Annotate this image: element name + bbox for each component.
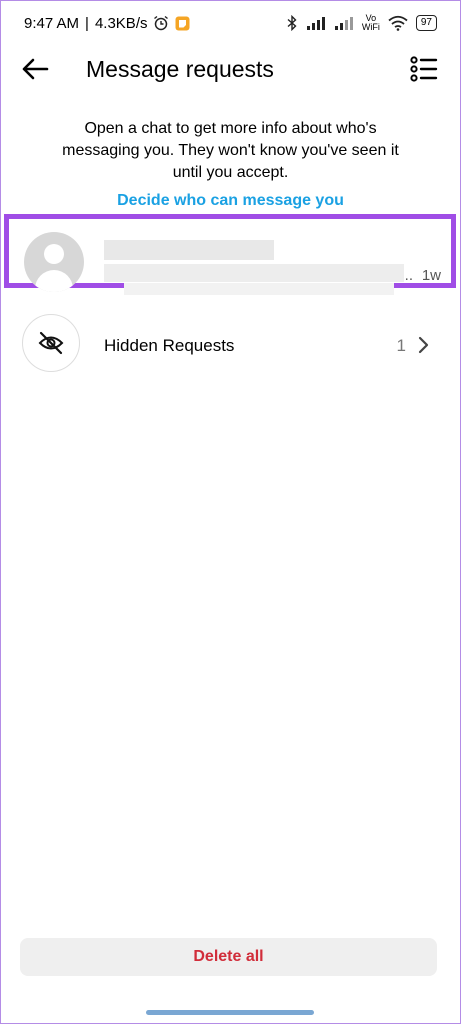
back-arrow-icon[interactable]: [20, 54, 50, 84]
eye-off-icon: [38, 331, 63, 354]
notification-app-icon: [175, 16, 190, 30]
blurred-username: [104, 240, 274, 260]
list-options-icon[interactable]: [409, 54, 439, 84]
status-bar: 9:47 AM | 4.3KB/s Vo WiFi 97: [0, 0, 461, 46]
decide-who-can-message-link[interactable]: Decide who can message you: [0, 190, 461, 212]
app-header: Message requests: [0, 46, 461, 92]
home-indicator[interactable]: [146, 1010, 314, 1015]
wifi-icon: [388, 15, 408, 31]
status-divider: |: [85, 14, 89, 32]
battery-indicator: 97: [415, 15, 437, 31]
blurred-message-preview-extra: [124, 283, 394, 295]
bluetooth-icon: [287, 15, 297, 31]
hidden-requests-count: 1: [396, 336, 406, 355]
avatar-head-shape: [44, 244, 64, 264]
message-request-item[interactable]: .. 1w: [4, 214, 456, 295]
vowifi-label: Vo WiFi: [361, 13, 380, 32]
avatar: [24, 232, 84, 292]
preview-ellipsis: ..: [404, 267, 413, 284]
blurred-message-preview: [104, 264, 404, 282]
chevron-right-icon: [418, 336, 429, 354]
request-time: 1w: [421, 267, 441, 284]
network-speed: 4.3KB/s: [94, 14, 148, 32]
hidden-requests-icon-wrapper: [22, 314, 80, 372]
hidden-requests-row[interactable]: Hidden Requests 1: [0, 314, 461, 376]
delete-all-button[interactable]: Delete all: [20, 938, 437, 976]
intro-text: Open a chat to get more info about who's…: [62, 120, 399, 181]
avatar-body-shape: [35, 270, 73, 292]
status-time: 9:47 AM: [24, 14, 80, 32]
hidden-requests-label: Hidden Requests: [104, 336, 235, 355]
intro-section: Open a chat to get more info about who's…: [0, 118, 461, 212]
signal-icon-secondary: [334, 17, 353, 30]
alarm-icon: [154, 15, 169, 31]
page-title: Message requests: [86, 56, 274, 82]
signal-icon: [306, 17, 325, 30]
